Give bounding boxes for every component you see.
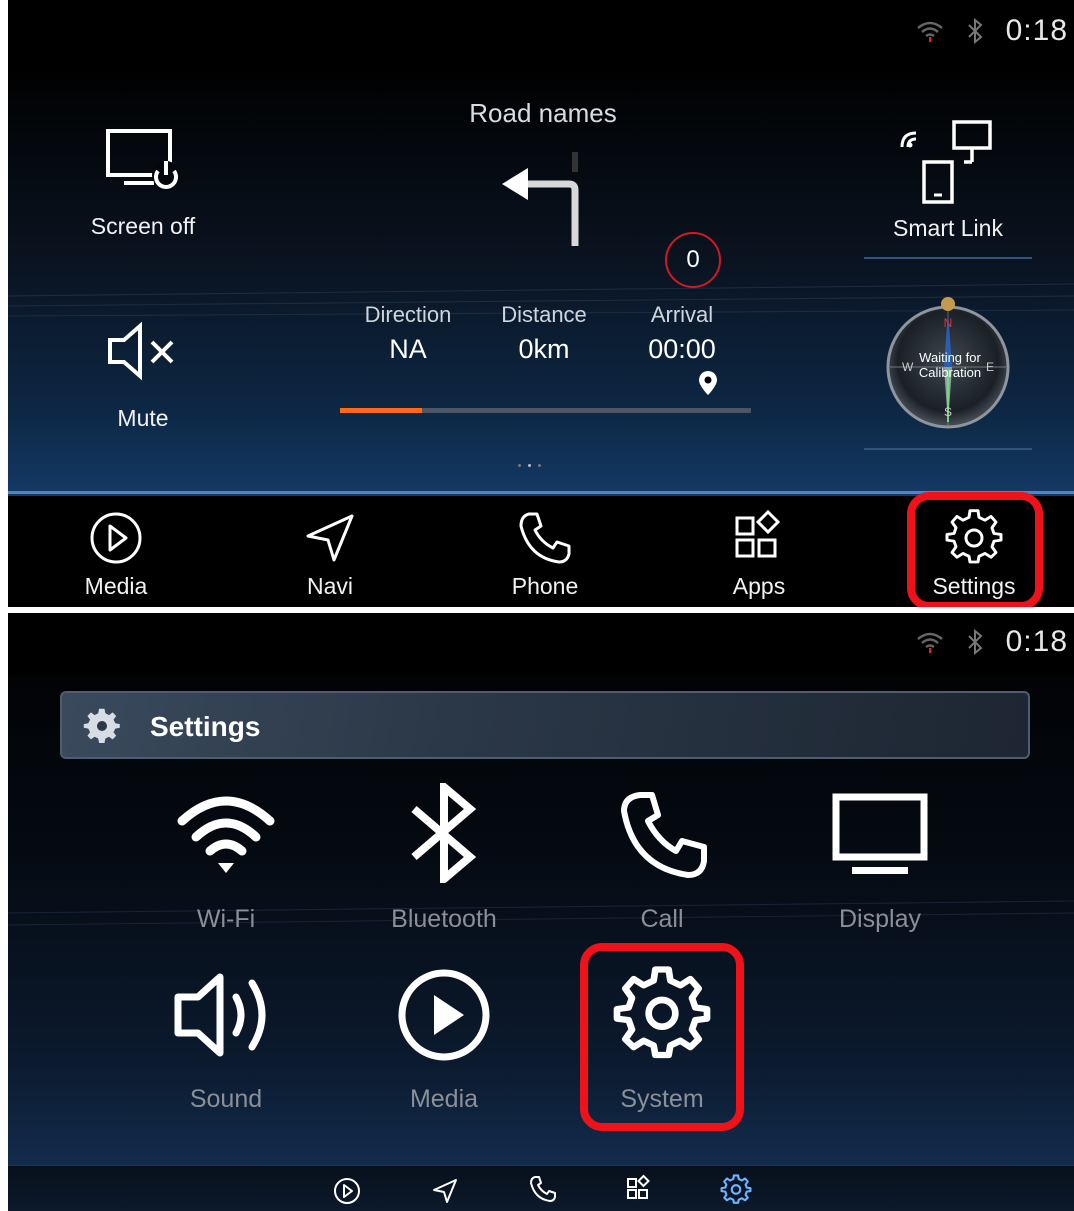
arrival-block: Arrival 00:00 [622,302,742,365]
mute-icon [108,321,174,381]
apps-grid-icon [735,509,781,558]
display-icon [832,793,928,874]
highlight-settings-dock [907,492,1043,607]
settings-bluetooth-label: Bluetooth [391,905,497,933]
compass-underline [864,448,1032,450]
home-screen: 0:18 Screen off Mute Road names 0 Direct… [8,0,1074,607]
dock-phone-button[interactable]: Phone [485,496,605,600]
settings-wifi-label: Wi-Fi [196,905,256,933]
status-time: 0:18 [1005,625,1068,658]
smart-link-underline [864,257,1032,259]
mute-button[interactable]: Mute [78,315,208,435]
compass-calibration-text: Waiting for Calibration [918,350,982,380]
status-bar-settings: 0:18 [8,613,1074,675]
settings-display-button[interactable]: Display [810,783,950,943]
smart-link-label: Smart Link [893,215,1003,241]
highlight-system [580,943,744,1131]
mute-label: Mute [117,405,169,431]
settings-call-button[interactable]: Call [592,783,732,943]
bluetooth-icon [411,783,477,883]
speaker-icon [174,973,266,1057]
play-icon [90,512,142,564]
bluetooth-icon [967,18,983,44]
dock-phone-label: Phone [511,573,579,599]
arrival-value: 00:00 [648,334,716,364]
play-icon [398,969,490,1061]
wifi-icon [916,632,943,653]
direction-label: Direction [364,302,452,327]
road-names: Road names [469,98,617,128]
turn-left-arrow-icon [502,152,579,246]
route-progress-bar [340,408,751,413]
compass-widget[interactable]: N S W E Waiting for Calibration [864,292,1032,452]
smart-link-button[interactable]: Smart Link [864,105,1032,260]
distance-block: Distance 0km [484,302,604,365]
navigation-arrow-icon [306,514,354,562]
dock-navi-icon[interactable] [430,1176,460,1206]
screen-off-label: Screen off [90,213,196,239]
settings-media-button[interactable]: Media [374,963,514,1123]
wifi-icon [916,21,943,42]
settings-screen: 0:18 Settings Wi-Fi Bluetooth Call Displ… [8,613,1074,1211]
settings-bluetooth-button[interactable]: Bluetooth [374,783,514,943]
settings-title: Settings [150,711,261,742]
dock-media-icon[interactable] [332,1176,362,1206]
gear-icon [83,708,120,743]
badge-count: 0 [665,232,721,288]
screen-off-icon [106,129,180,189]
dock-navi-label: Navi [306,573,353,599]
dock-phone-icon[interactable] [528,1174,558,1204]
dock-settings-icon[interactable] [720,1174,752,1206]
settings-title-bar: Settings [60,691,1030,759]
dock-media-button[interactable]: Media [56,496,176,600]
status-bar: 0:18 [8,0,1074,66]
distance-label: Distance [501,302,587,327]
phone-icon [519,512,571,564]
settings-display-label: Display [839,905,921,933]
page-indicator [516,462,546,468]
arrival-label: Arrival [650,302,714,327]
settings-sound-button[interactable]: Sound [156,963,296,1123]
direction-value: NA [389,334,427,364]
route-progress-fill [340,408,423,413]
wifi-icon [177,796,275,873]
smart-link-icon [900,120,992,204]
dock-media-label: Media [84,573,148,599]
settings-call-label: Call [640,905,684,933]
dock-apps-icon[interactable] [624,1174,654,1204]
dock-navi-button[interactable]: Navi [270,496,390,600]
dock-apps-label: Apps [732,573,786,599]
dock-apps-button[interactable]: Apps [699,496,819,600]
screen-off-button[interactable]: Screen off [78,125,208,255]
status-time: 0:18 [1005,14,1068,47]
distance-value: 0km [518,334,570,364]
location-pin-icon [699,371,717,395]
direction-block: Direction NA [348,302,468,365]
compass-s: S [943,405,952,419]
settings-sound-label: Sound [189,1085,263,1113]
settings-mini-dock [8,1165,1074,1211]
settings-wifi-button[interactable]: Wi-Fi [156,783,296,943]
settings-media-label: Media [409,1085,479,1113]
phone-icon [621,792,707,878]
compass-n: N [943,316,953,330]
bluetooth-icon [967,629,983,655]
